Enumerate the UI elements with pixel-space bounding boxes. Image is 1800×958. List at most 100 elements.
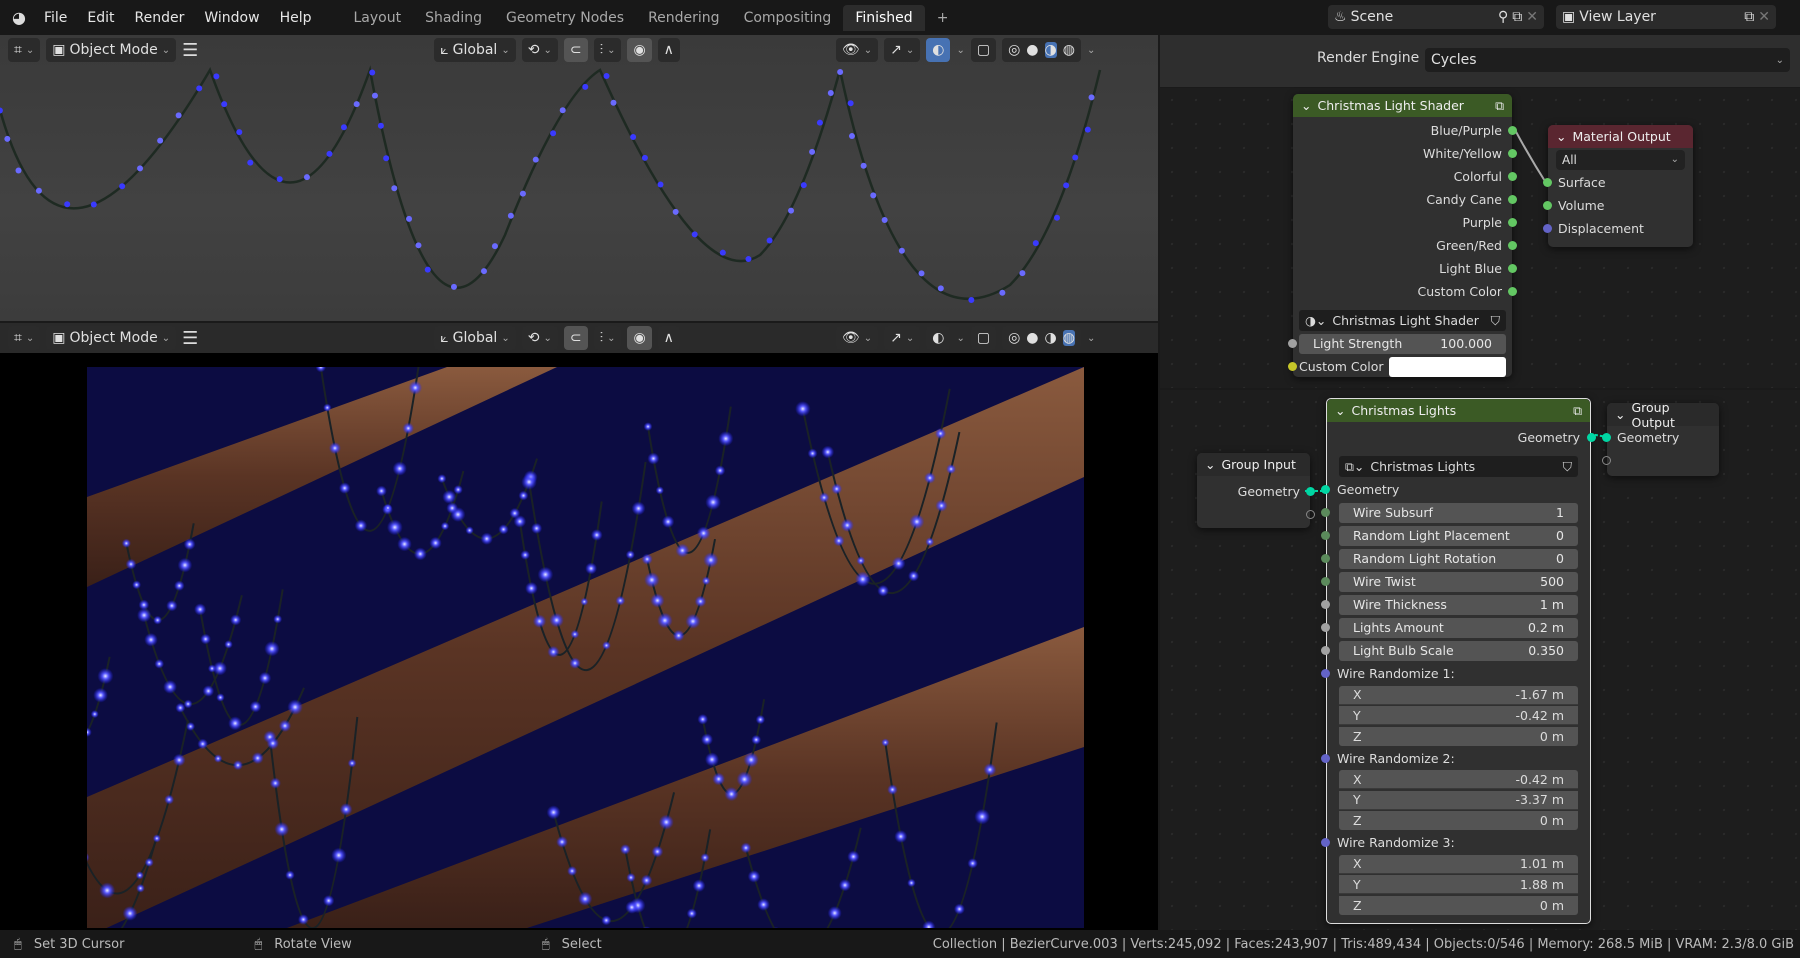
shader-output-socket[interactable] (1508, 149, 1517, 158)
viewport-top[interactable]: ⌗⌄ ▣Object Mode⌄ ☰ ⟀Global⌄ ⟲⌄ ⊂ ⫶⌄ ◉ ∧ … (0, 35, 1158, 321)
falloff-dropdown[interactable]: ∧ (658, 326, 680, 350)
vector-z-field[interactable]: Z0 m (1339, 811, 1578, 830)
xray-toggle[interactable]: ▢ (971, 38, 996, 62)
param-socket[interactable] (1321, 623, 1330, 632)
scene-selector[interactable]: ♨Scene⚲⧉✕ (1328, 5, 1544, 29)
orientation-dropdown[interactable]: ⟀Global⌄ (434, 326, 515, 350)
pin-icon[interactable]: ⚲ (1498, 9, 1508, 25)
param-socket[interactable] (1321, 600, 1330, 609)
menu-edit[interactable]: Edit (77, 10, 124, 26)
tab-compositing[interactable]: Compositing (732, 5, 844, 31)
param-field[interactable]: Wire Subsurf1 (1339, 503, 1578, 523)
geometry-output-socket[interactable] (1587, 433, 1596, 442)
tab-rendering[interactable]: Rendering (636, 5, 732, 31)
group-input-node[interactable]: ⌄Group Input Geometry (1197, 453, 1310, 528)
tab-geometry-nodes[interactable]: Geometry Nodes (494, 5, 636, 31)
param-socket[interactable] (1321, 508, 1330, 517)
gizmo-dropdown[interactable]: ↗⌄ (884, 38, 920, 62)
christmas-lights-node[interactable]: ⌄Christmas Lights⧉ Geometry ⧉⌄Christmas … (1326, 398, 1591, 924)
wireframe-icon[interactable]: ◎ (1008, 330, 1020, 346)
pivot-dropdown[interactable]: ⟲⌄ (522, 38, 558, 62)
vector-x-field[interactable]: X1.01 m (1339, 855, 1578, 874)
snap-toggle[interactable]: ⊂ (564, 38, 588, 62)
shader-datablock[interactable]: ◑⌄Christmas Light Shader⛉ (1293, 309, 1512, 332)
menu-render[interactable]: Render (125, 10, 195, 26)
fake-user-icon[interactable]: ⛉ (1563, 459, 1572, 475)
shader-output-socket[interactable] (1508, 264, 1517, 273)
tab-shading[interactable]: Shading (413, 5, 494, 31)
custom-color-swatch[interactable] (1389, 357, 1506, 377)
proportional-edit-toggle[interactable]: ◉ (627, 38, 651, 62)
copy-icon[interactable]: ⧉ (1744, 9, 1754, 25)
empty-socket[interactable] (1602, 456, 1611, 465)
rendered-icon[interactable]: ◍ (1063, 42, 1075, 58)
light-strength-field[interactable]: Light Strength100.000 (1299, 334, 1506, 354)
collapse-icon[interactable]: ⌄ (1205, 457, 1215, 472)
visibility-dropdown[interactable]: 👁⌄ (836, 326, 878, 350)
group-output-node[interactable]: ⌄Group Output Geometry (1607, 403, 1719, 476)
param-socket[interactable] (1321, 577, 1330, 586)
add-workspace-icon[interactable]: + (925, 5, 961, 31)
solid-icon[interactable]: ● (1026, 330, 1038, 346)
xray-toggle[interactable]: ▢ (971, 326, 996, 350)
target-dropdown[interactable]: All⌄ (1556, 150, 1685, 170)
param-socket[interactable] (1321, 646, 1330, 655)
overlay-toggle[interactable]: ◐ (926, 38, 950, 62)
vector-y-field[interactable]: Y-0.42 m (1339, 706, 1578, 725)
solid-icon[interactable]: ● (1026, 42, 1038, 58)
menu-help[interactable]: Help (270, 10, 322, 26)
close-icon[interactable]: ✕ (1526, 9, 1538, 25)
fake-user-icon[interactable]: ⛉ (1491, 313, 1500, 329)
menu-file[interactable]: File (34, 10, 77, 26)
param-field[interactable]: Wire Twist500 (1339, 572, 1578, 592)
input-socket[interactable] (1543, 178, 1552, 187)
vector-socket[interactable] (1321, 669, 1330, 678)
param-field[interactable]: Random Light Rotation0 (1339, 549, 1578, 569)
gizmo-dropdown[interactable]: ↗⌄ (884, 326, 920, 350)
shader-output-socket[interactable] (1508, 195, 1517, 204)
param-socket[interactable] (1321, 531, 1330, 540)
overlay-toggle[interactable]: ◐ (926, 326, 950, 350)
close-icon[interactable]: ✕ (1758, 9, 1770, 25)
snap-toggle[interactable]: ⊂ (564, 326, 588, 350)
vector-socket[interactable] (1321, 838, 1330, 847)
custom-color-row[interactable]: Custom Color (1293, 355, 1512, 378)
vector-x-field[interactable]: X-1.67 m (1339, 686, 1578, 705)
node-group-datablock[interactable]: ⧉⌄Christmas Lights⛉ (1327, 455, 1590, 478)
shader-output-socket[interactable] (1508, 218, 1517, 227)
light-strength-row[interactable]: Light Strength100.000 (1293, 332, 1512, 355)
render-engine-dropdown[interactable]: Cycles⌄ (1425, 48, 1790, 72)
node-group-icon[interactable]: ⧉ (1573, 403, 1582, 419)
mode-dropdown[interactable]: ▣Object Mode⌄ (46, 38, 176, 62)
vector-z-field[interactable]: Z0 m (1339, 896, 1578, 915)
empty-socket[interactable] (1306, 510, 1315, 519)
vector-y-field[interactable]: Y-3.37 m (1339, 791, 1578, 810)
shader-output-socket[interactable] (1508, 287, 1517, 296)
visibility-dropdown[interactable]: 👁⌄ (836, 38, 878, 62)
geometry-node-editor[interactable]: ⌄Group Input Geometry ⌄Group Output Geom… (1160, 390, 1800, 930)
blender-logo-icon[interactable]: ◕ (0, 8, 34, 27)
geometry-input-socket[interactable] (1321, 485, 1330, 494)
editor-type-button[interactable]: ⌗⌄ (8, 38, 40, 62)
node-tree-icon[interactable]: ⧉⌄ (1345, 459, 1364, 475)
param-socket[interactable] (1321, 554, 1330, 563)
snap-target-dropdown[interactable]: ⫶⌄ (594, 326, 622, 350)
material-output-node[interactable]: ⌄Material Output All⌄ SurfaceVolumeDispl… (1548, 125, 1693, 247)
tab-finished[interactable]: Finished (843, 5, 924, 31)
input-socket[interactable] (1543, 201, 1552, 210)
pivot-dropdown[interactable]: ⟲⌄ (522, 326, 558, 350)
falloff-dropdown[interactable]: ∧ (658, 38, 680, 62)
rendered-icon[interactable]: ◍ (1063, 330, 1075, 346)
hamburger-menu-icon[interactable]: ☰ (182, 328, 198, 349)
vector-y-field[interactable]: Y1.88 m (1339, 875, 1578, 894)
input-socket[interactable] (1543, 224, 1552, 233)
node-group-icon[interactable]: ⧉ (1495, 98, 1504, 114)
mode-dropdown[interactable]: ▣Object Mode⌄ (46, 326, 176, 350)
material-preview-icon[interactable]: ◑ (1045, 42, 1057, 58)
copy-icon[interactable]: ⧉ (1512, 9, 1522, 25)
geometry-socket[interactable] (1306, 487, 1315, 496)
collapse-icon[interactable]: ⌄ (1335, 403, 1345, 418)
tab-layout[interactable]: Layout (342, 5, 414, 31)
material-preview-icon[interactable]: ◑ (1045, 330, 1057, 346)
shader-node-editor[interactable]: ⌄Christmas Light Shader⧉ Blue/PurpleWhit… (1160, 88, 1800, 388)
